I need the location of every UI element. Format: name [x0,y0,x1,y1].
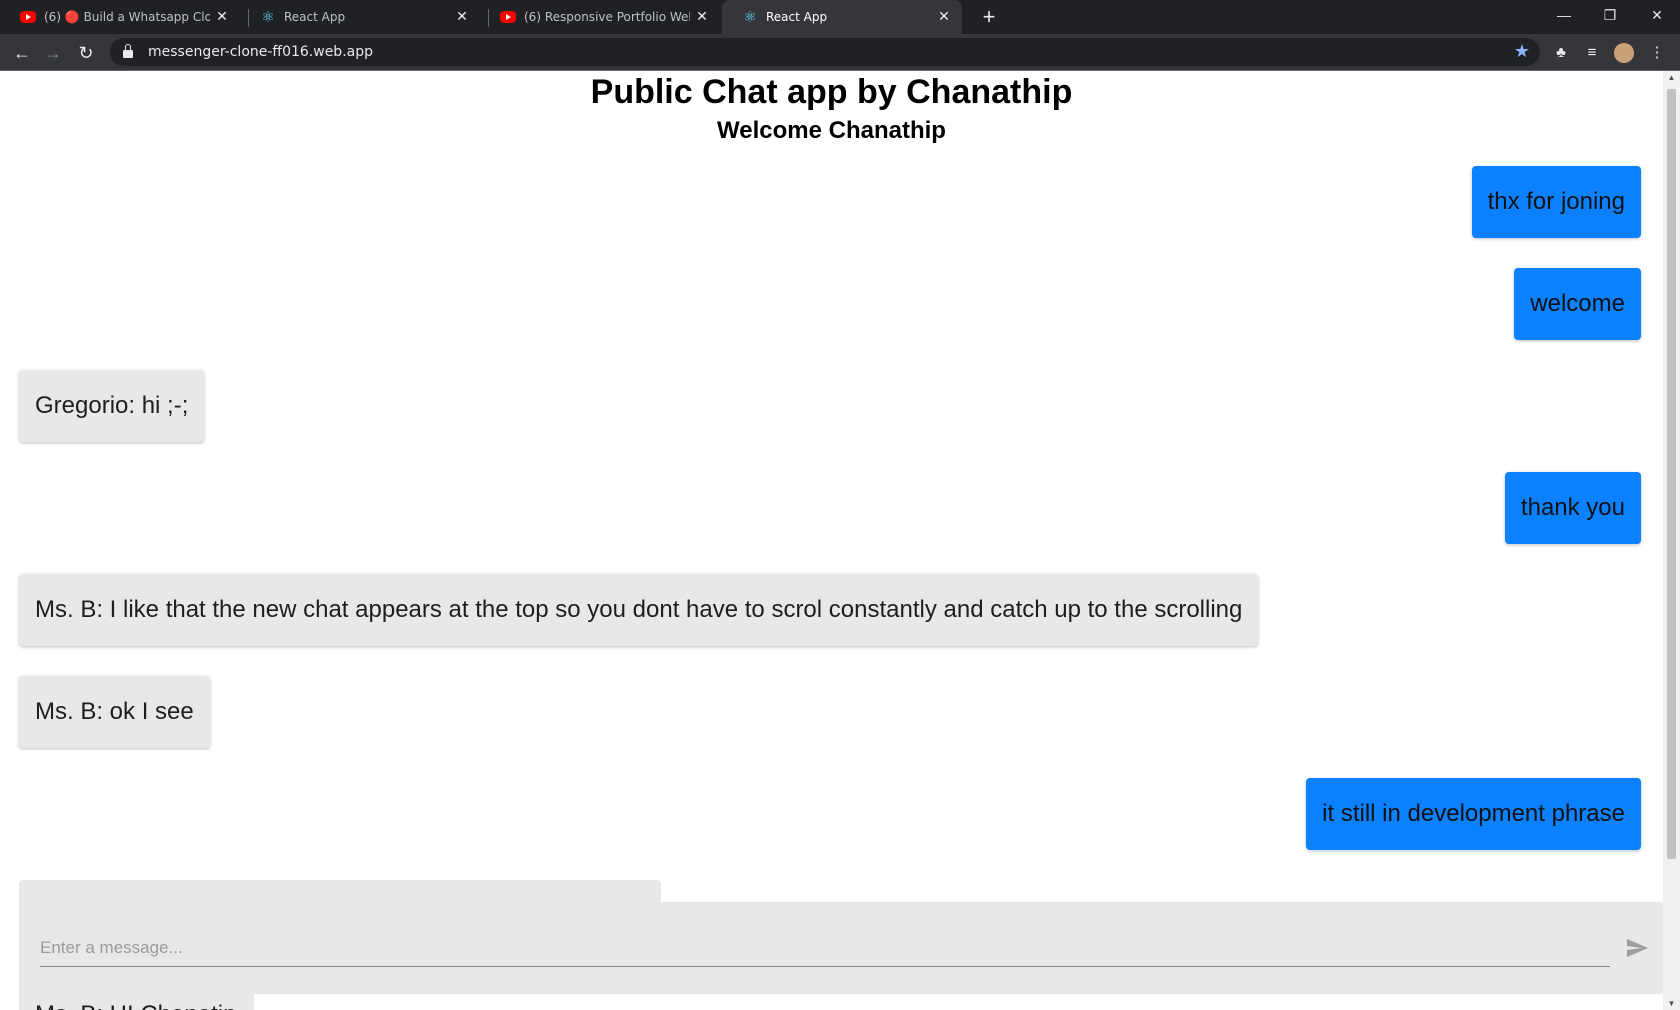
message-bubble-other: Ms. B: I like that the new chat appears … [19,574,1259,646]
react-icon: ⚛ [261,8,275,26]
browser-tab-strip: (6) 🔴 Build a Whatsapp Clone w ✕ ⚛ React… [0,0,1680,34]
message-text: thx for joning [1487,188,1625,215]
back-icon[interactable]: ← [10,41,34,65]
page-viewport: Public Chat app by Chanathip Welcome Cha… [0,71,1663,1010]
browser-tab-4-active[interactable]: ⚛ React App ✕ [722,0,962,34]
send-icon[interactable] [1623,936,1651,960]
media-queue-icon[interactable]: ≡ [1581,42,1603,64]
scrollbar-thumb[interactable] [1667,89,1676,859]
message-text: thank you [1520,494,1625,521]
message-text: Ms. B: HI Chanatip [35,1001,236,1010]
message-bubble-own: welcome [1514,268,1641,340]
forward-icon[interactable]: → [41,41,65,65]
browser-tab-2[interactable]: ⚛ React App ✕ [240,0,480,34]
restore-icon[interactable]: ❐ [1587,0,1633,30]
react-icon: ⚛ [743,8,757,26]
vertical-scrollbar[interactable]: ▲ ▼ [1663,71,1680,1010]
message-bubble-own: thx for joning [1471,166,1641,238]
browser-tab-1[interactable]: (6) 🔴 Build a Whatsapp Clone w ✕ [0,0,240,34]
minimize-icon[interactable]: — [1541,0,1587,30]
bookmark-star-icon[interactable]: ★ [1514,41,1530,62]
extensions-puzzle-icon[interactable]: ♣ [1550,42,1572,64]
welcome-heading: Welcome Chanathip [717,117,946,144]
address-bar[interactable]: messenger-clone-ff016.web.app ★ [110,38,1540,66]
message-text: it still in development phrase [1322,800,1625,827]
lock-icon[interactable] [123,44,133,58]
message-text: welcome [1530,290,1625,317]
close-icon[interactable]: ✕ [690,9,714,25]
tab-title: React App [766,10,828,24]
reload-icon[interactable]: ↻ [74,41,98,65]
profile-avatar[interactable] [1614,43,1634,63]
tab-title: React App [284,10,346,24]
close-icon[interactable]: ✕ [450,9,474,25]
close-icon[interactable]: ✕ [932,9,956,25]
message-bubble-other: Ms. B: ok I see [19,676,210,748]
menu-dots-icon[interactable]: ⋮ [1646,42,1668,64]
url-text[interactable]: messenger-clone-ff016.web.app [148,44,373,60]
youtube-icon [20,11,36,23]
message-bubble-own: thank you [1504,472,1641,544]
close-icon[interactable]: ✕ [210,9,234,25]
browser-toolbar: ← → ↻ messenger-clone-ff016.web.app ★ ♣ … [0,34,1680,71]
message-text: Gregorio: hi ;-; [35,392,189,419]
message-bubble-own: it still in development phrase [1306,778,1641,850]
scroll-up-arrow-icon[interactable]: ▲ [1663,73,1680,82]
page-title: Public Chat app by Chanathip [590,73,1073,111]
scroll-down-arrow-icon[interactable]: ▼ [1663,999,1680,1008]
tab-title: (6) Responsive Portfolio Website [524,10,690,24]
browser-tab-3[interactable]: (6) Responsive Portfolio Website ✕ [480,0,720,34]
message-input[interactable] [40,930,1610,967]
message-bubble-other: Gregorio: hi ;-; [19,370,205,442]
message-composer [19,902,1663,994]
window-close-icon[interactable]: ✕ [1634,0,1680,30]
message-text: Ms. B: ok I see [35,698,194,725]
new-tab-button[interactable]: + [976,4,1002,30]
tab-title: (6) 🔴 Build a Whatsapp Clone w [44,10,210,24]
youtube-icon [500,11,516,23]
message-text: Ms. B: I like that the new chat appears … [35,596,1243,623]
